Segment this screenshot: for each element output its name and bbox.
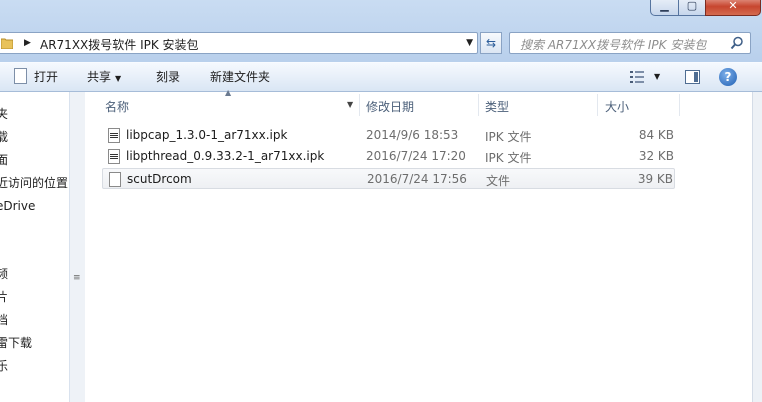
file-date: 2014/9/6 18:53	[366, 128, 459, 142]
address-bar[interactable]: ▶ AR71XX拨号软件 IPK 安装包 ▼	[0, 32, 478, 54]
close-icon: ✕	[728, 0, 738, 12]
vertical-scrollbar[interactable]	[752, 92, 762, 402]
column-filter-icon[interactable]: ▼	[347, 100, 353, 109]
close-button[interactable]: ✕	[705, 0, 761, 16]
nav-item[interactable]: eDrive	[0, 196, 35, 216]
column-header: ▲ 名称 ▼ 修改日期 类型 大小	[85, 88, 752, 118]
column-divider[interactable]	[679, 94, 680, 116]
minimize-icon: ▁	[660, 0, 669, 12]
nav-item[interactable]: 频	[0, 264, 8, 284]
refresh-icon: ⇆	[485, 36, 497, 50]
pane-splitter[interactable]: ≡	[69, 92, 85, 402]
nav-item[interactable]: 近访问的位置	[0, 173, 68, 193]
file-size: 39 KB	[637, 172, 673, 186]
nav-item[interactable]: 夹	[0, 104, 8, 124]
share-label: 共享	[87, 70, 112, 84]
file-date: 2016/7/24 17:20	[366, 149, 466, 163]
file-list: ▲ 名称 ▼ 修改日期 类型 大小 libpcap_1.3.0-1_ar71xx…	[85, 88, 752, 402]
column-size[interactable]: 大小	[605, 98, 629, 115]
help-icon[interactable]: ?	[719, 68, 737, 86]
file-name: libpthread_0.9.33.2-1_ar71xx.ipk	[126, 149, 325, 163]
column-divider[interactable]	[359, 94, 360, 116]
ipk-file-icon	[108, 128, 120, 143]
nav-item[interactable]: 乐	[0, 356, 8, 376]
file-type: IPK 文件	[485, 130, 532, 144]
column-divider[interactable]	[597, 94, 598, 116]
column-divider[interactable]	[478, 94, 479, 116]
share-caret-icon: ▼	[115, 74, 122, 83]
caption-buttons: ▁ ▢ ✕	[650, 0, 762, 18]
view-dropdown-icon[interactable]: ▼	[654, 72, 660, 81]
breadcrumb[interactable]: AR71XX拨号软件 IPK 安装包	[40, 36, 199, 53]
nav-item[interactable]: 载	[0, 127, 8, 147]
nav-item[interactable]: 面	[0, 150, 8, 170]
file-name: scutDrcom	[127, 172, 192, 186]
file-type: 文件	[486, 174, 511, 188]
file-type: IPK 文件	[485, 151, 532, 165]
view-options-icon[interactable]	[630, 71, 644, 83]
table-row[interactable]: libpthread_0.9.33.2-1_ar71xx.ipk 2016/7/…	[102, 146, 675, 167]
search-icon[interactable]	[730, 36, 744, 50]
breadcrumb-chevron-icon[interactable]: ▶	[24, 38, 31, 48]
column-type[interactable]: 类型	[485, 98, 509, 115]
maximize-icon: ▢	[686, 0, 698, 12]
burn-button[interactable]: 刻录	[156, 69, 180, 85]
file-size: 84 KB	[638, 128, 674, 142]
new-folder-button[interactable]: 新建文件夹	[210, 69, 270, 85]
ipk-file-icon	[108, 149, 120, 164]
command-bar: 打开 共享 ▼ 刻录 新建文件夹 ▼ ?	[0, 62, 762, 92]
search-input[interactable]: 搜索 AR71XX拨号软件 IPK 安装包	[520, 36, 706, 53]
sort-ascending-icon: ▲	[225, 88, 232, 97]
preview-pane-icon[interactable]	[685, 70, 700, 84]
maximize-button[interactable]: ▢	[678, 0, 706, 16]
grip-icon: ≡	[73, 273, 81, 283]
explorer-window: ▁ ▢ ✕ ▶ AR71XX拨号软件 IPK 安装包 ▼ ⇆ 搜索 AR71XX…	[0, 0, 762, 402]
address-dropdown-icon[interactable]: ▼	[466, 38, 473, 48]
file-size: 32 KB	[638, 149, 674, 163]
minimize-button[interactable]: ▁	[650, 0, 679, 16]
open-button[interactable]: 打开	[34, 69, 58, 85]
refresh-button[interactable]: ⇆	[480, 32, 502, 54]
table-row[interactable]: scutDrcom 2016/7/24 17:56 文件 39 KB	[102, 168, 675, 189]
column-date[interactable]: 修改日期	[366, 98, 414, 115]
folder-icon	[1, 38, 13, 49]
file-icon	[109, 172, 121, 187]
open-icon	[14, 68, 27, 84]
nav-item[interactable]: 档	[0, 310, 8, 330]
nav-item[interactable]: 雷下载	[0, 333, 32, 353]
nav-item[interactable]: 片	[0, 287, 8, 307]
file-name: libpcap_1.3.0-1_ar71xx.ipk	[126, 128, 288, 142]
file-date: 2016/7/24 17:56	[367, 172, 467, 186]
navigation-pane: 夹 载 面 近访问的位置 eDrive 频 片 档 雷下载 乐	[0, 92, 69, 402]
table-row[interactable]: libpcap_1.3.0-1_ar71xx.ipk 2014/9/6 18:5…	[102, 125, 675, 146]
column-name[interactable]: 名称	[105, 98, 129, 115]
share-button[interactable]: 共享 ▼	[87, 69, 121, 85]
search-box[interactable]: 搜索 AR71XX拨号软件 IPK 安装包	[509, 32, 751, 54]
